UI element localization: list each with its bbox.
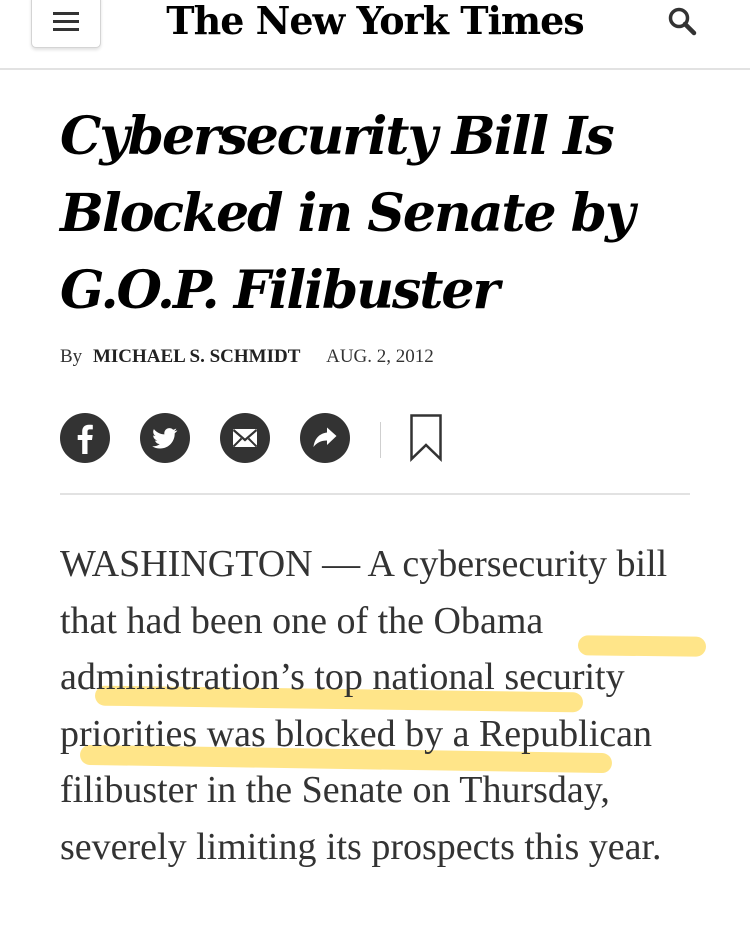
facebook-share-button[interactable] (60, 413, 110, 463)
facebook-icon (77, 424, 93, 454)
menu-button[interactable] (31, 0, 101, 48)
twitter-icon (152, 428, 178, 449)
twitter-share-button[interactable] (140, 413, 190, 463)
hamburger-menu-icon (53, 12, 79, 36)
email-icon (232, 429, 258, 448)
byline: By MICHAEL S. SCHMIDT AUG. 2, 2012 (60, 346, 434, 368)
publish-date: AUG. 2, 2012 (326, 346, 434, 367)
share-toolbar (60, 413, 480, 463)
section-divider (60, 493, 690, 495)
article-body-paragraph: WASHINGTON — A cybersecurity bill that h… (60, 543, 668, 868)
email-share-button[interactable] (220, 413, 270, 463)
search-icon[interactable] (667, 6, 697, 36)
article-headline: Cybersecurity Bill Is Blocked in Senate … (60, 106, 635, 321)
share-divider (380, 422, 381, 458)
top-navigation-bar: The New York Times (0, 0, 750, 70)
author-name[interactable]: MICHAEL S. SCHMIDT (93, 346, 300, 367)
byline-prefix: By (60, 346, 83, 367)
more-share-button[interactable] (300, 413, 350, 463)
share-arrow-icon (313, 427, 337, 447)
bookmark-icon[interactable] (409, 413, 443, 463)
masthead-logo[interactable]: The New York Times (150, 0, 600, 46)
